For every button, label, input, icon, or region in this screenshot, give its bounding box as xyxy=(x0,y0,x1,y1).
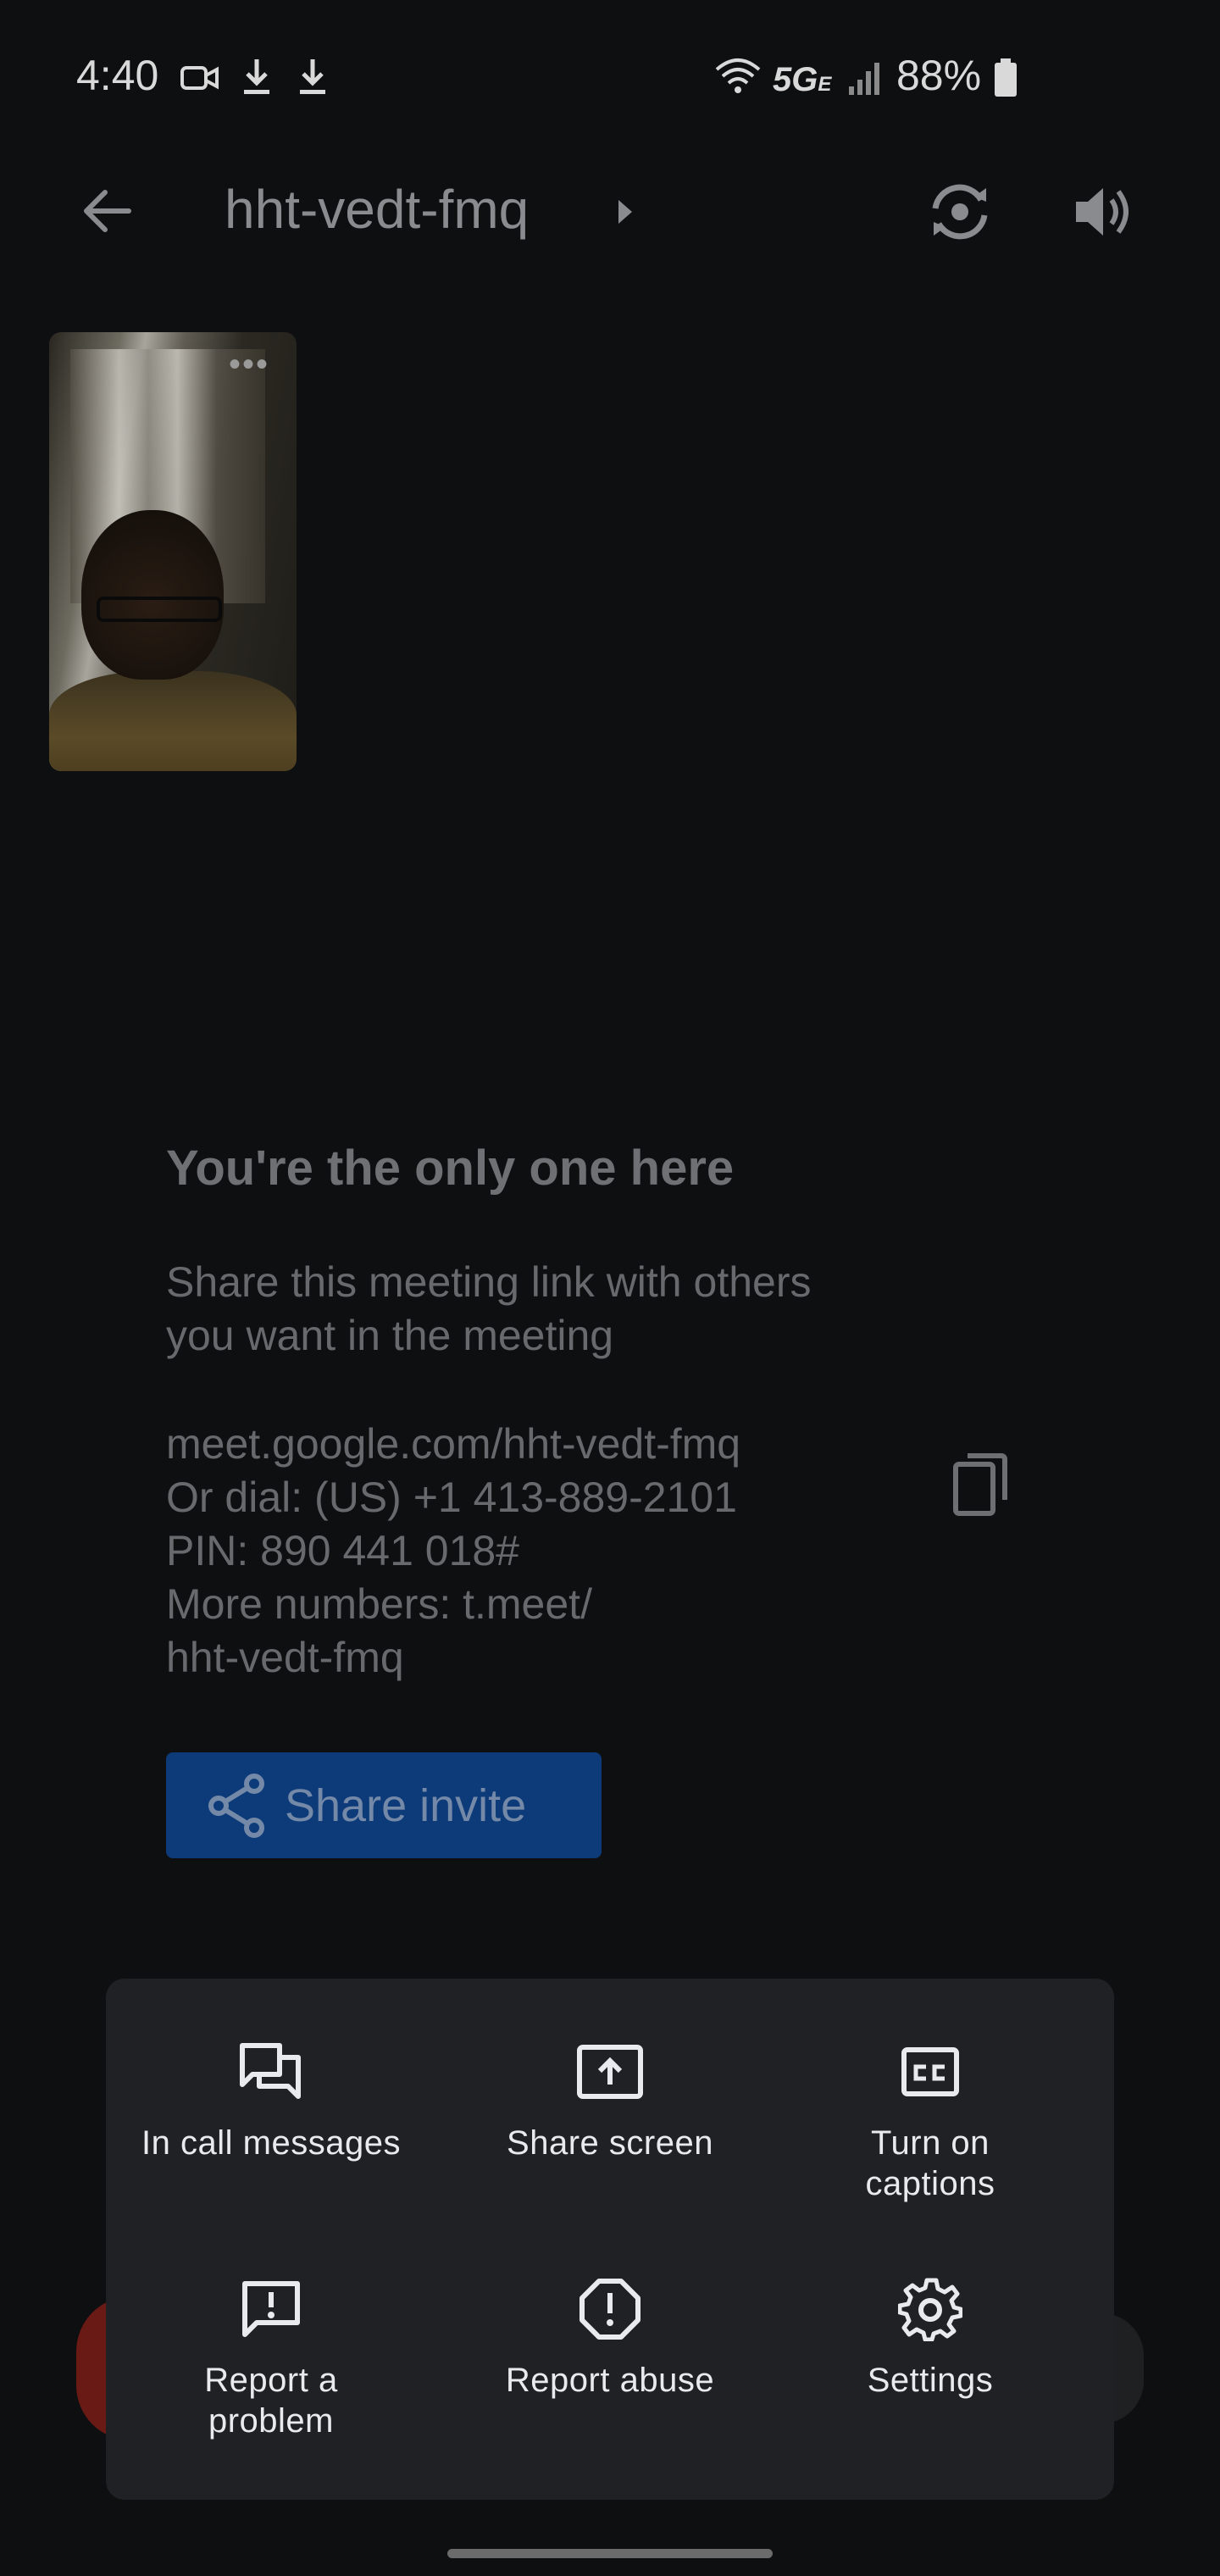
status-time: 4:40 xyxy=(76,52,159,99)
network-label: 5G xyxy=(773,61,818,98)
menu-label: Settings xyxy=(867,2362,994,2399)
call-options-menu: In call messages Share screen Turn on ca… xyxy=(106,1979,1114,2500)
menu-label: Share screen xyxy=(507,2124,713,2162)
dial-in-number: Or dial: (US) +1 413-889-2101 xyxy=(166,1474,737,1521)
video-person-glasses xyxy=(97,597,222,622)
network-suffix: E xyxy=(818,73,832,96)
menu-turn-on-captions[interactable]: Turn on captions xyxy=(769,2038,1091,2204)
meeting-link[interactable]: meet.google.com/hht-vedt-fmq xyxy=(166,1418,740,1471)
download-icon xyxy=(300,59,325,94)
chat-icon xyxy=(240,2043,301,2099)
alert-circle-icon xyxy=(580,2279,640,2340)
gear-icon xyxy=(898,2278,962,2341)
video-camera-icon xyxy=(180,66,219,90)
switch-camera-icon[interactable] xyxy=(923,176,996,247)
menu-label: Turn on captions xyxy=(865,2124,995,2202)
menu-in-call-messages[interactable]: In call messages xyxy=(110,2038,432,2163)
menu-settings[interactable]: Settings xyxy=(769,2275,1091,2401)
tile-more-options-icon[interactable]: ••• xyxy=(229,347,269,381)
more-numbers-line2: hht-vedt-fmq xyxy=(166,1634,404,1681)
self-video-tile[interactable] xyxy=(49,332,297,771)
share-invite-label: Share invite xyxy=(285,1779,527,1831)
menu-report-problem[interactable]: Report a problem xyxy=(110,2275,432,2441)
menu-label: Report a problem xyxy=(204,2362,338,2440)
share-description-line2: you want in the meeting xyxy=(166,1312,614,1359)
menu-label: In call messages xyxy=(141,2124,401,2162)
signal-icon xyxy=(849,63,879,95)
meeting-title[interactable]: hht-vedt-fmq xyxy=(225,178,529,241)
menu-share-screen[interactable]: Share screen xyxy=(449,2038,771,2163)
only-one-heading: You're the only one here xyxy=(166,1141,735,1196)
present-screen-icon xyxy=(577,2045,643,2099)
share-invite-button[interactable]: Share invite xyxy=(166,1752,602,1858)
download-icon xyxy=(244,59,269,94)
video-person-head xyxy=(81,510,224,680)
more-numbers-line1: More numbers: t.meet/ xyxy=(166,1580,592,1628)
menu-label: Report abuse xyxy=(505,2362,715,2399)
feedback-icon xyxy=(242,2281,300,2337)
share-icon xyxy=(208,1773,264,1838)
copy-icon[interactable] xyxy=(949,1449,1013,1520)
battery-icon xyxy=(995,58,1017,97)
video-person-body xyxy=(49,671,297,771)
meeting-pin: PIN: 890 441 018# xyxy=(166,1527,519,1574)
menu-report-abuse[interactable]: Report abuse xyxy=(449,2275,771,2401)
network-type: 5GE xyxy=(773,61,831,99)
home-indicator[interactable] xyxy=(447,2549,773,2558)
captions-icon xyxy=(901,2047,959,2096)
wifi-icon xyxy=(715,58,761,93)
chevron-right-icon[interactable] xyxy=(612,195,637,229)
back-arrow-icon[interactable] xyxy=(78,181,137,241)
speaker-icon[interactable] xyxy=(1069,178,1137,246)
battery-percent: 88% xyxy=(896,52,982,99)
share-description-line1: Share this meeting link with others xyxy=(166,1258,812,1306)
